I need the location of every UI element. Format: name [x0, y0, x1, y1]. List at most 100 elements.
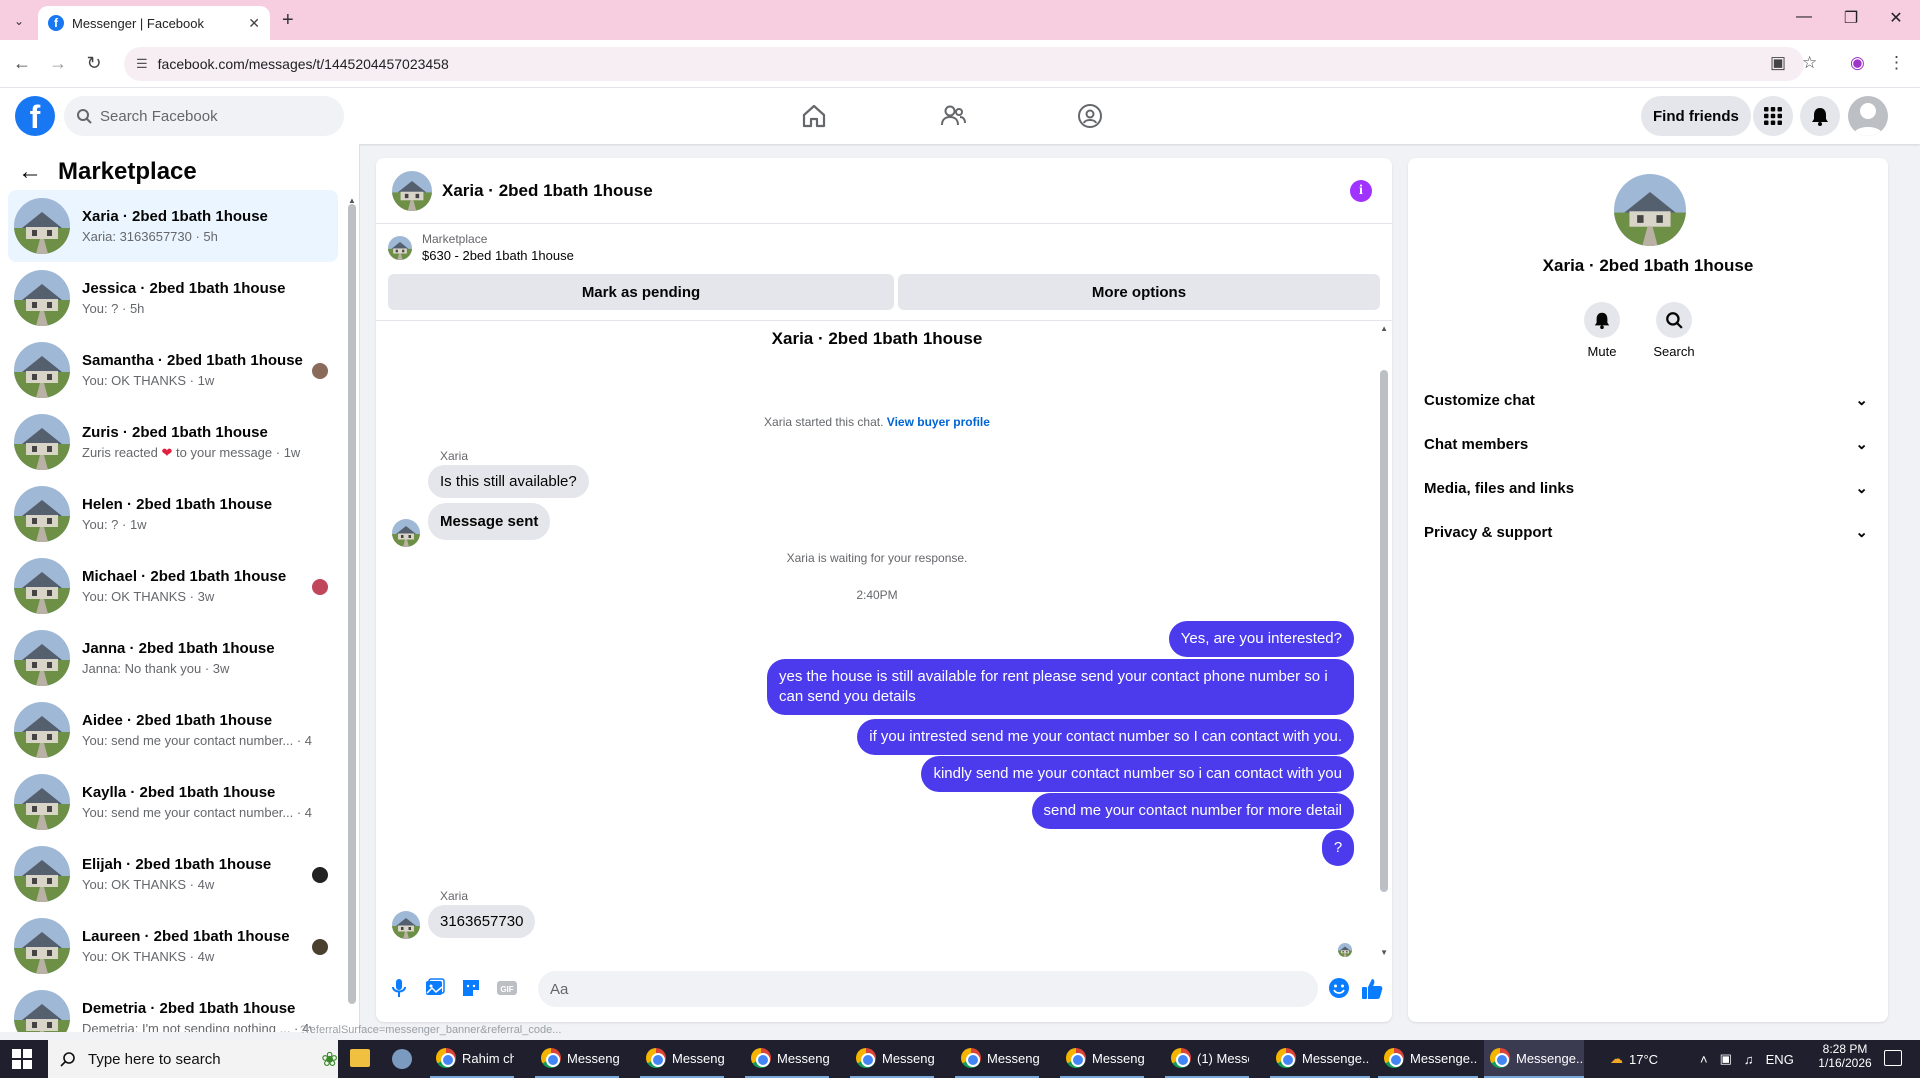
chat-title[interactable]: Xaria · 2bed 1bath 1house: [442, 181, 653, 201]
back-icon[interactable]: ←: [10, 53, 34, 74]
gif-icon[interactable]: GIF: [496, 977, 518, 999]
taskbar-app[interactable]: Messenge...: [1378, 1040, 1478, 1078]
listing-summary[interactable]: Marketplace $630 - 2bed 1bath 1house: [388, 232, 574, 263]
outgoing-message[interactable]: if you intrested send me your contact nu…: [857, 719, 1354, 755]
taskbar-app[interactable]: Messenge...: [1270, 1040, 1370, 1078]
new-tab-icon[interactable]: +: [282, 9, 294, 32]
conversation-item[interactable]: Kaylla · 2bed 1bath 1house You: send me y…: [8, 766, 338, 838]
app-icon[interactable]: [392, 1049, 412, 1069]
site-info-icon[interactable]: ☰: [136, 56, 148, 72]
profile-icon[interactable]: ◉: [1850, 53, 1865, 73]
home-icon[interactable]: [800, 102, 828, 130]
conversation-item[interactable]: Zuris · 2bed 1bath 1house Zuris reacted ❤…: [8, 406, 338, 478]
taskbar-app[interactable]: Messeng...: [640, 1040, 724, 1078]
restore-icon[interactable]: ❐: [1831, 8, 1871, 28]
photo-icon[interactable]: [424, 977, 446, 999]
language-indicator[interactable]: ENG: [1766, 1052, 1794, 1067]
url-field[interactable]: ☰ facebook.com/messages/t/14452044570234…: [124, 47, 1804, 81]
incoming-message[interactable]: Message sent: [428, 503, 551, 540]
taskbar-app[interactable]: Messeng...: [745, 1040, 829, 1078]
media-files-links-section[interactable]: Media, files and links ⌄: [1424, 466, 1874, 510]
info-icon[interactable]: i: [1350, 180, 1372, 202]
taskbar-search[interactable]: Type here to search ❀: [48, 1040, 338, 1078]
taskbar-app[interactable]: Rahim ch...: [430, 1040, 514, 1078]
clock[interactable]: 8:28 PM 1/16/2026: [1810, 1042, 1880, 1070]
menu-kebab-icon[interactable]: ⋮: [1888, 53, 1905, 73]
privacy-support-section[interactable]: Privacy & support ⌄: [1424, 510, 1874, 554]
sidebar-scrollbar[interactable]: [348, 204, 356, 1004]
conversation-item[interactable]: Samantha · 2bed 1bath 1house You: OK THAN…: [8, 334, 338, 406]
incoming-message[interactable]: 3163657730: [428, 905, 536, 938]
house-thumbnail: [14, 414, 70, 470]
facebook-search[interactable]: [64, 96, 344, 136]
message-input[interactable]: [538, 971, 1318, 1007]
conversation-item[interactable]: Aidee · 2bed 1bath 1house You: send me yo…: [8, 694, 338, 766]
chrome-icon: [1066, 1048, 1086, 1068]
conversation-avatar[interactable]: [1614, 174, 1686, 246]
search-input[interactable]: [100, 107, 320, 125]
thread-scrollbar[interactable]: [1380, 370, 1388, 892]
minimize-icon[interactable]: —: [1784, 8, 1824, 26]
sticker-icon[interactable]: [460, 977, 482, 999]
taskbar-app-active[interactable]: Messenge...: [1484, 1040, 1584, 1078]
scroll-up-arrow-icon[interactable]: ▲: [1380, 324, 1388, 333]
chevron-up-icon[interactable]: ˄: [1700, 1052, 1708, 1067]
outgoing-message[interactable]: send me your contact number for more det…: [1031, 793, 1354, 829]
close-window-icon[interactable]: ✕: [1876, 8, 1916, 28]
tab-close-icon[interactable]: ✕: [248, 15, 260, 32]
groups-icon[interactable]: [1076, 102, 1104, 130]
more-options-button[interactable]: More options: [898, 274, 1380, 310]
mark-as-pending-button[interactable]: Mark as pending: [388, 274, 894, 310]
weather-widget[interactable]: ☁ 17°C: [1610, 1040, 1658, 1078]
taskbar-app[interactable]: Messeng...: [535, 1040, 619, 1078]
reload-icon[interactable]: ↻: [82, 53, 106, 74]
conversation-item[interactable]: Elijah · 2bed 1bath 1house You: OK THANKS…: [8, 838, 338, 910]
search-conversation-button[interactable]: Search: [1644, 302, 1704, 359]
outgoing-message[interactable]: Yes, are you interested?: [1168, 621, 1354, 657]
conversation-item[interactable]: Laureen · 2bed 1bath 1house You: OK THANK…: [8, 910, 338, 982]
taskbar-app[interactable]: Messeng...: [850, 1040, 934, 1078]
sender-avatar[interactable]: [392, 911, 420, 939]
conversation-item[interactable]: Demetria · 2bed 1bath 1house Demetria: I'…: [8, 982, 338, 1032]
install-app-icon[interactable]: ▣: [1770, 53, 1786, 73]
speaker-icon[interactable]: ♫: [1744, 1052, 1754, 1067]
outgoing-message[interactable]: kindly send me your contact number so i …: [921, 756, 1354, 792]
conversation-item[interactable]: Janna · 2bed 1bath 1house Janna: No thank…: [8, 622, 338, 694]
tab-list-chevron-icon[interactable]: ⌄: [8, 10, 30, 32]
notifications-button[interactable]: [1800, 96, 1840, 136]
outgoing-message[interactable]: yes the house is still available for ren…: [767, 659, 1354, 715]
conversation-name: Helen · 2bed 1bath 1house: [82, 496, 273, 513]
file-explorer-icon[interactable]: [350, 1049, 370, 1067]
find-friends-button[interactable]: Find friends: [1641, 96, 1751, 136]
chat-avatar[interactable]: [392, 171, 432, 211]
thumbs-up-icon[interactable]: [1360, 977, 1384, 1001]
mute-button[interactable]: Mute: [1572, 302, 1632, 359]
taskbar-app[interactable]: Messeng...: [955, 1040, 1039, 1078]
emoji-icon[interactable]: [1328, 977, 1350, 999]
conversation-item[interactable]: Helen · 2bed 1bath 1house You: ? · 1w: [8, 478, 338, 550]
taskbar-app[interactable]: Messeng...: [1060, 1040, 1144, 1078]
conversation-item[interactable]: Jessica · 2bed 1bath 1house You: ? · 5h: [8, 262, 338, 334]
back-arrow-icon[interactable]: ←: [18, 158, 42, 186]
outgoing-message[interactable]: ?: [1322, 830, 1354, 866]
account-avatar[interactable]: [1848, 96, 1888, 136]
forward-icon[interactable]: →: [46, 53, 70, 74]
facebook-logo-icon[interactable]: f: [15, 96, 55, 136]
chat-members-section[interactable]: Chat members ⌄: [1424, 422, 1874, 466]
network-icon[interactable]: ▣: [1720, 1051, 1732, 1067]
incoming-message[interactable]: Is this still available?: [428, 465, 589, 498]
status-bar-url: ?referralSurface=messenger_banner&referr…: [300, 1024, 562, 1036]
conversation-item[interactable]: Michael · 2bed 1bath 1house You: OK THANK…: [8, 550, 338, 622]
menu-grid-button[interactable]: [1753, 96, 1793, 136]
view-buyer-profile-link[interactable]: View buyer profile: [887, 415, 990, 429]
bookmark-star-icon[interactable]: ☆: [1802, 53, 1817, 73]
notification-center-icon[interactable]: [1884, 1050, 1902, 1066]
customize-chat-section[interactable]: Customize chat ⌄: [1424, 378, 1874, 422]
sender-avatar[interactable]: [392, 519, 420, 547]
windows-start-icon[interactable]: [12, 1049, 32, 1069]
browser-tab-messenger[interactable]: f Messenger | Facebook ✕: [38, 6, 270, 40]
taskbar-app[interactable]: (1) Messe...: [1165, 1040, 1249, 1078]
conversation-item[interactable]: Xaria · 2bed 1bath 1house Xaria: 31636577…: [8, 190, 338, 262]
microphone-icon[interactable]: [388, 977, 410, 999]
friends-icon[interactable]: [939, 102, 967, 130]
